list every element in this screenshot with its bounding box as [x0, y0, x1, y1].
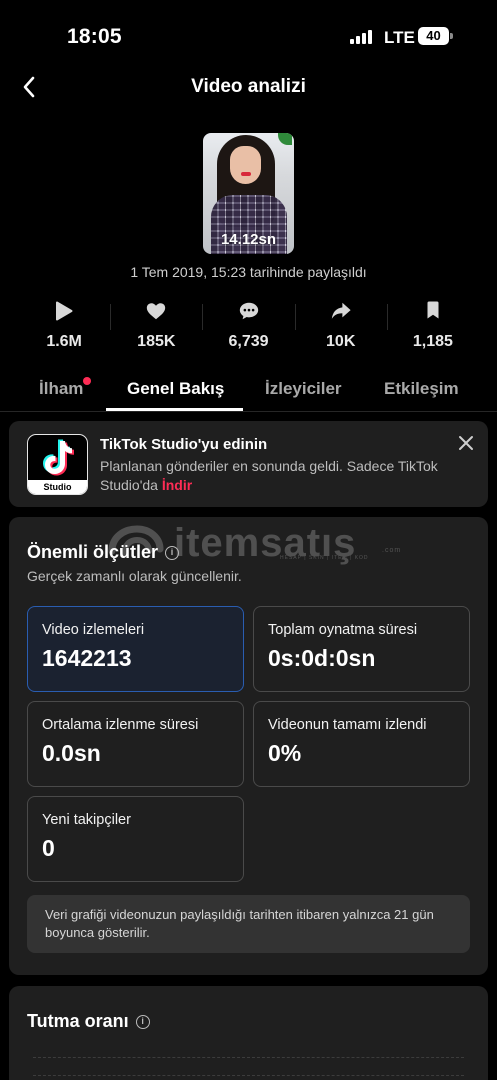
info-icon[interactable]: i [135, 1014, 150, 1029]
tiktok-note-icon [43, 439, 74, 476]
data-range-note: Veri grafiği videonuzun paylaşıldığı tar… [27, 895, 470, 953]
metric-label: Toplam oynatma süresi [268, 622, 418, 638]
studio-logo-label: Studio [28, 480, 87, 494]
status-bar: 18:05 LTE 40 [0, 0, 497, 72]
tab-label: İzleyiciler [265, 379, 342, 398]
stats-row: 1.6M 185K 6,739 10K 1,185 [18, 300, 479, 356]
metric-value: 1642213 [42, 645, 132, 671]
stat-value: 1,185 [412, 333, 453, 350]
tab-label: Genel Bakış [127, 379, 225, 398]
metrics-title-row: Önemli ölçütler i [27, 542, 180, 563]
metric-value: 0 [42, 835, 55, 861]
thumb-lips [241, 172, 251, 176]
metric-value: 0s:0d:0sn [268, 645, 376, 671]
tab-bar: İlham Genel Bakış İzleyiciler Etkileşim [0, 372, 497, 412]
metric-tile-avg-watch-time[interactable]: Ortalama izlenme süresi 0.0sn [27, 701, 244, 787]
stat-saves: 1,185 [386, 300, 479, 356]
battery-icon: 40 [418, 27, 449, 45]
tab-label: Etkileşim [384, 379, 459, 398]
key-metrics-card: itemsatış HESAP | SKIN | ITEM | KOD .com… [9, 517, 488, 975]
watermark-suffix: .com [382, 547, 402, 554]
metrics-subtitle: Gerçek zamanlı olarak güncellenir. [27, 568, 242, 584]
tab-overview[interactable]: Genel Bakış [127, 379, 224, 399]
promo-text: Planlanan gönderiler en sonunda geldi. S… [100, 457, 440, 495]
chart-gridline [33, 1075, 464, 1076]
tab-label: İlham [39, 379, 84, 398]
metric-tile-full-watch[interactable]: Videonun tamamı izlendi 0% [253, 701, 470, 787]
metric-label: Videonun tamamı izlendi [268, 717, 427, 733]
video-thumbnail[interactable]: 14.12sn [203, 133, 294, 254]
tab-audience[interactable]: İzleyiciler [265, 379, 342, 399]
metric-tile-total-playtime[interactable]: Toplam oynatma süresi 0s:0d:0sn [253, 606, 470, 692]
signal-icon [350, 30, 372, 44]
tab-engagement[interactable]: Etkileşim [384, 379, 459, 399]
tab-inspiration[interactable]: İlham [39, 377, 92, 399]
stat-value: 10K [326, 333, 356, 350]
stat-value: 6,739 [228, 333, 269, 350]
thumb-plant [278, 133, 292, 145]
tiktok-studio-logo: Studio [27, 434, 88, 495]
metric-value: 0% [268, 740, 302, 766]
thumb-face [230, 146, 261, 184]
metric-label: Ortalama izlenme süresi [42, 717, 199, 733]
stat-likes: 185K [110, 300, 202, 356]
studio-promo-card[interactable]: Studio TikTok Studio'yu edinin Planlanan… [9, 421, 488, 507]
status-time: 18:05 [67, 25, 122, 48]
close-icon[interactable] [457, 434, 475, 452]
play-icon [56, 301, 73, 321]
posted-date: 1 Tem 2019, 15:23 tarihinde paylaşıldı [130, 264, 367, 280]
notification-dot [83, 377, 92, 385]
comment-icon [239, 302, 258, 320]
stat-shares: 10K [294, 300, 387, 356]
metric-label: Video izlemeleri [42, 622, 145, 638]
page-title: Video analizi [191, 76, 306, 97]
retention-card: Tutma oranı i [9, 986, 488, 1080]
metric-value: 0.0sn [42, 740, 101, 766]
battery-tip [450, 33, 453, 39]
metric-tile-video-views[interactable]: Video izlemeleri 1642213 [27, 606, 244, 692]
info-icon[interactable]: i [165, 545, 180, 560]
video-duration: 14.12sn [220, 231, 277, 248]
metric-tile-new-followers[interactable]: Yeni takipçiler 0 [27, 796, 244, 882]
share-icon [331, 302, 351, 319]
stat-value: 1.6M [46, 333, 82, 350]
bookmark-icon [427, 301, 439, 319]
retention-title: Tutma oranı [27, 1011, 129, 1031]
promo-title: TikTok Studio'yu edinin [100, 436, 268, 453]
promo-description: Planlanan gönderiler en sonunda geldi. S… [100, 458, 438, 493]
stat-views: 1.6M [18, 300, 110, 356]
watermark-subtext: HESAP | SKIN | ITEM | KOD [280, 555, 369, 561]
metrics-title: Önemli ölçütler [27, 542, 159, 562]
active-tab-indicator [106, 408, 243, 411]
chart-gridline [33, 1057, 464, 1058]
heart-icon [147, 303, 166, 320]
metric-label: Yeni takipçiler [42, 812, 131, 828]
network-label: LTE [384, 28, 415, 47]
stat-comments: 6,739 [202, 300, 294, 356]
stat-value: 185K [137, 333, 176, 350]
retention-title-row: Tutma oranı i [27, 1011, 150, 1032]
download-link[interactable]: İndir [162, 477, 192, 493]
